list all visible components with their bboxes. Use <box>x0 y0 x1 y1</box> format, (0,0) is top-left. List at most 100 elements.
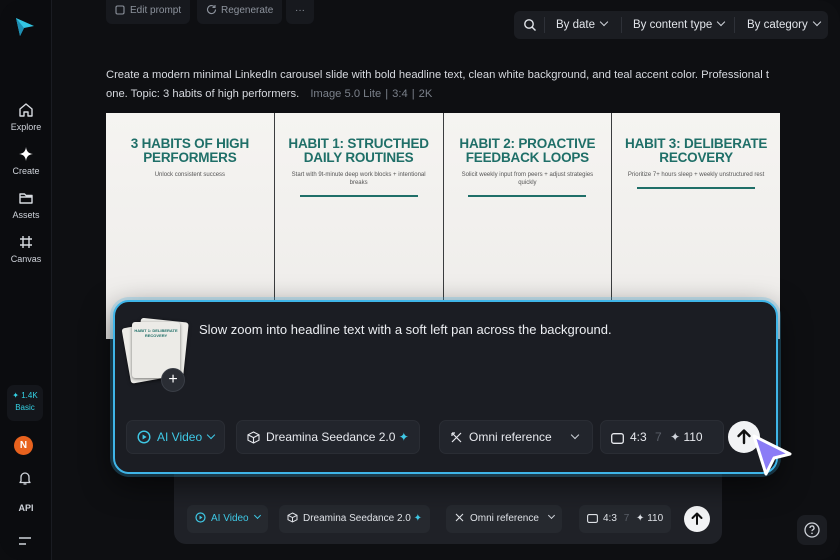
mode-select[interactable]: AI Video <box>126 420 226 454</box>
cursor-pointer-icon <box>752 434 792 476</box>
slide-title: HABIT 2: PROACTIVE FEEDBACK LOOPS <box>459 136 596 165</box>
ratio-label: 4:3 <box>603 513 617 524</box>
api-link[interactable]: API <box>0 503 52 513</box>
accent-bar <box>637 187 756 189</box>
ghost-send-button <box>684 506 710 532</box>
help-button[interactable] <box>797 515 827 545</box>
regenerate-label: Regenerate <box>221 5 274 16</box>
reference-label: Omni reference <box>470 513 539 524</box>
cost-label: 110 <box>683 430 703 444</box>
refresh-icon <box>206 5 217 15</box>
model-label: Image 5.0 Lite <box>310 88 382 100</box>
video-composer: HABIT 1: DELIBERATE RECOVERY + Slow zoom… <box>113 300 778 474</box>
video-play-icon <box>137 430 151 444</box>
accent-bar <box>299 195 418 197</box>
chevron-down-icon <box>547 511 555 520</box>
ghost-mode-select: AI Video <box>187 505 268 533</box>
generation-settings[interactable]: 4:3 7 ✦ 110 <box>600 420 724 454</box>
add-reference-button[interactable]: + <box>161 368 185 392</box>
chevron-down-icon <box>206 430 216 440</box>
reference-label: Omni reference <box>469 430 552 444</box>
edit-icon <box>115 5 125 15</box>
sidebar-item-create[interactable]: Create <box>0 146 52 176</box>
filter-label: By category <box>747 19 808 31</box>
slide-title: HABIT 3: DELIBERATE RECOVERY <box>625 136 768 165</box>
ratio-icon <box>611 433 624 444</box>
filter-label: By date <box>556 19 595 31</box>
slide-subtitle: Prioritize 7+ hours sleep + weekly unstr… <box>627 172 765 178</box>
duration-label: 7 <box>623 513 630 524</box>
video-play-icon <box>195 512 206 523</box>
chevron-down-icon <box>570 430 580 440</box>
prompt-input[interactable]: Slow zoom into headline text with a soft… <box>199 322 612 337</box>
slide-title: HABIT 1: STRUCTHED DAILY ROUTINES <box>288 136 429 165</box>
bell-icon[interactable] <box>17 470 33 486</box>
more-icon: ··· <box>295 5 305 16</box>
cube-icon <box>287 512 298 523</box>
reference-select[interactable]: Omni reference <box>439 420 593 454</box>
filter-by-category[interactable]: By category <box>747 11 821 39</box>
sidebar-item-canvas[interactable]: Canvas <box>0 234 52 264</box>
cost-label: 110 <box>647 513 664 524</box>
chevron-down-icon <box>599 17 609 27</box>
slide-subtitle: Start with 9t-minute deep work blocks + … <box>291 172 426 186</box>
cost-icon: ✦ <box>636 513 645 524</box>
help-icon <box>804 522 820 538</box>
ratio-icon <box>587 514 598 523</box>
prompt-text: Create a modern minimal LinkedIn carouse… <box>106 69 769 100</box>
menu-icon[interactable] <box>18 535 32 547</box>
canvas-icon <box>20 236 32 248</box>
chevron-down-icon <box>253 511 261 520</box>
logo-icon <box>16 18 34 36</box>
sidebar-item-label: Create <box>12 166 40 176</box>
app-window: Explore Create Assets Canvas ✦ 1.4K Basi… <box>0 0 840 560</box>
cost-icon: ✦ <box>670 430 681 444</box>
sidebar: Explore Create Assets Canvas ✦ 1.4K Basi… <box>0 0 52 560</box>
credits-value: ✦ 1.4K <box>12 391 38 400</box>
model-label: Dreamina Seedance 2.0 <box>303 513 411 524</box>
sidebar-item-label: Explore <box>10 122 42 132</box>
reference-icon <box>455 513 464 522</box>
plan-label: Basic <box>15 403 35 412</box>
duration-label: 7 <box>655 430 662 444</box>
model-select[interactable]: Dreamina Seedance 2.0 ✦ <box>236 420 420 454</box>
cube-icon <box>247 431 260 444</box>
sidebar-item-label: Canvas <box>10 254 42 264</box>
ratio-label: 3:4 <box>392 88 408 100</box>
resolution-label: 2K <box>418 88 433 100</box>
edit-prompt-button[interactable]: Edit prompt <box>106 0 191 24</box>
slide-title: 3 HABITS OF HIGH PERFORMERS <box>130 136 250 165</box>
reference-icon <box>451 432 462 443</box>
search-icon[interactable] <box>523 18 537 32</box>
home-icon <box>19 103 33 117</box>
sparkle-icon <box>19 147 33 161</box>
divider <box>544 17 545 33</box>
mode-label: AI Video <box>157 430 203 444</box>
ghost-reference-select: Omni reference <box>446 505 562 533</box>
filter-by-date[interactable]: By date <box>556 11 609 39</box>
divider <box>621 17 622 33</box>
thumbnail-title: HABIT 1: DELIBERATE RECOVERY <box>134 328 178 338</box>
filter-by-content-type[interactable]: By content type <box>633 11 726 39</box>
avatar[interactable]: N <box>14 436 33 455</box>
model-label: Dreamina Seedance 2.0 <box>266 430 396 444</box>
credits-badge[interactable]: ✦ 1.4K Basic <box>7 385 43 421</box>
more-button[interactable]: ··· <box>286 0 314 24</box>
ratio-label: 4:3 <box>630 430 647 444</box>
sparkle-icon: ✦ <box>413 513 423 524</box>
sidebar-item-explore[interactable]: Explore <box>0 102 52 132</box>
filter-bar: By date By content type By category <box>514 11 828 39</box>
regenerate-button[interactable]: Regenerate <box>197 0 283 24</box>
divider <box>734 17 735 33</box>
chevron-down-icon <box>717 17 726 27</box>
ghost-settings: 4:3 7 ✦ 110 <box>579 505 672 533</box>
accent-bar <box>468 195 587 197</box>
generation-prompt: Create a modern minimal LinkedIn carouse… <box>106 66 782 104</box>
filter-label: By content type <box>633 19 713 31</box>
sidebar-item-assets[interactable]: Assets <box>0 190 52 220</box>
folder-icon <box>19 193 33 204</box>
slide-subtitle: Solicit weekly input from peers + adjust… <box>461 172 594 186</box>
slide-subtitle: Unlock consistent success <box>154 172 226 178</box>
edit-prompt-label: Edit prompt <box>130 5 182 16</box>
sparkle-icon: ✦ <box>398 430 409 444</box>
